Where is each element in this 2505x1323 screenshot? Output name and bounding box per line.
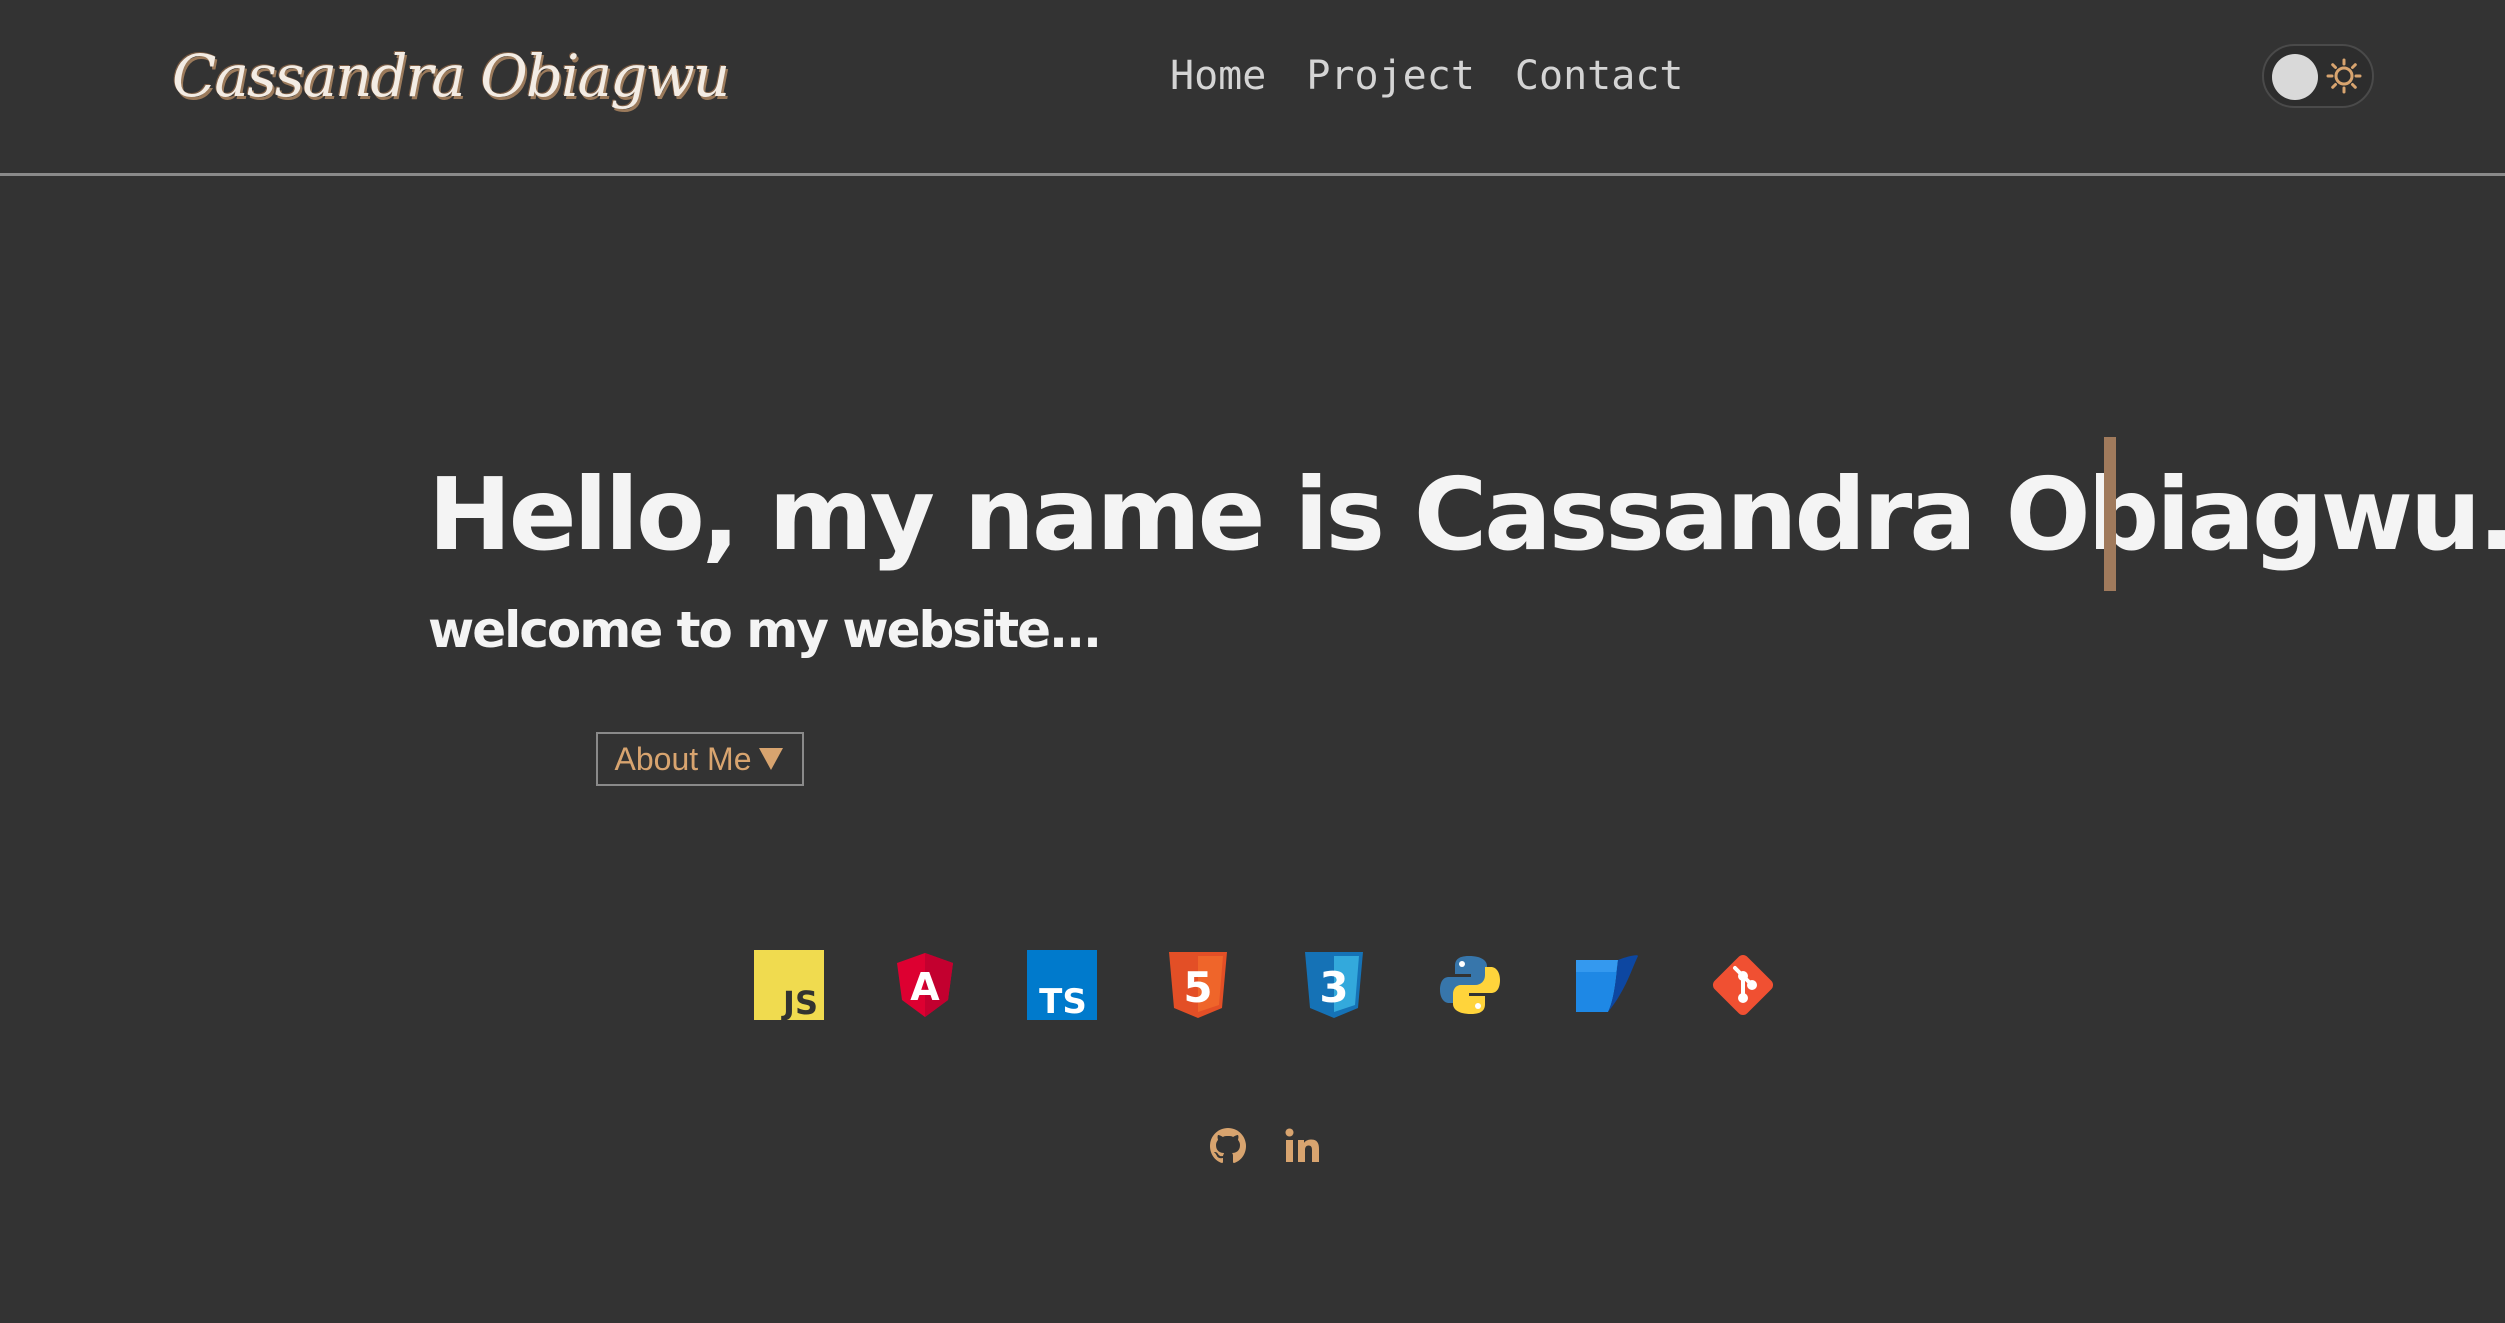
theme-toggle[interactable] [2262, 44, 2374, 108]
angular-icon: A [897, 953, 953, 1017]
css3-icon: 3 [1305, 952, 1363, 1018]
svg-text:TS: TS [1039, 982, 1087, 1020]
site-header: Cassandra Obiagwu Home Project Contact [0, 0, 2505, 176]
nav-contact[interactable]: Contact [1515, 44, 1684, 108]
html5-icon: 5 [1169, 952, 1227, 1018]
main-nav: Home Project Contact [1170, 44, 1683, 108]
nav-project[interactable]: Project [1306, 44, 1475, 108]
site-logo[interactable]: Cassandra Obiagwu [172, 36, 730, 116]
hero-title: Hello, my name is Cassandra Obiagwu. [428, 456, 2505, 573]
git-icon [1712, 954, 1774, 1016]
tech-stack: JS A TS 5 3 [0, 950, 2505, 1022]
about-me-label: About Me [614, 740, 752, 777]
nav-home[interactable]: Home [1170, 44, 1266, 108]
javascript-icon: JS [754, 950, 824, 1020]
toggle-knob [2272, 54, 2318, 100]
svg-text:5: 5 [1183, 963, 1212, 1012]
linkedin-icon[interactable] [1283, 1126, 1323, 1166]
hero-subtitle: welcome to my website... [428, 601, 1102, 659]
svg-text:A: A [910, 965, 940, 1009]
sass-icon [1576, 955, 1638, 1012]
github-icon[interactable] [1208, 1126, 1248, 1166]
svg-text:JS: JS [781, 984, 818, 1020]
typescript-icon: TS [1027, 950, 1097, 1020]
caret-down-icon [759, 748, 784, 770]
typing-cursor [2104, 437, 2116, 591]
svg-text:3: 3 [1319, 963, 1348, 1012]
sun-icon [2326, 58, 2362, 94]
python-icon [1440, 956, 1500, 1014]
about-me-button[interactable]: About Me [596, 732, 804, 786]
